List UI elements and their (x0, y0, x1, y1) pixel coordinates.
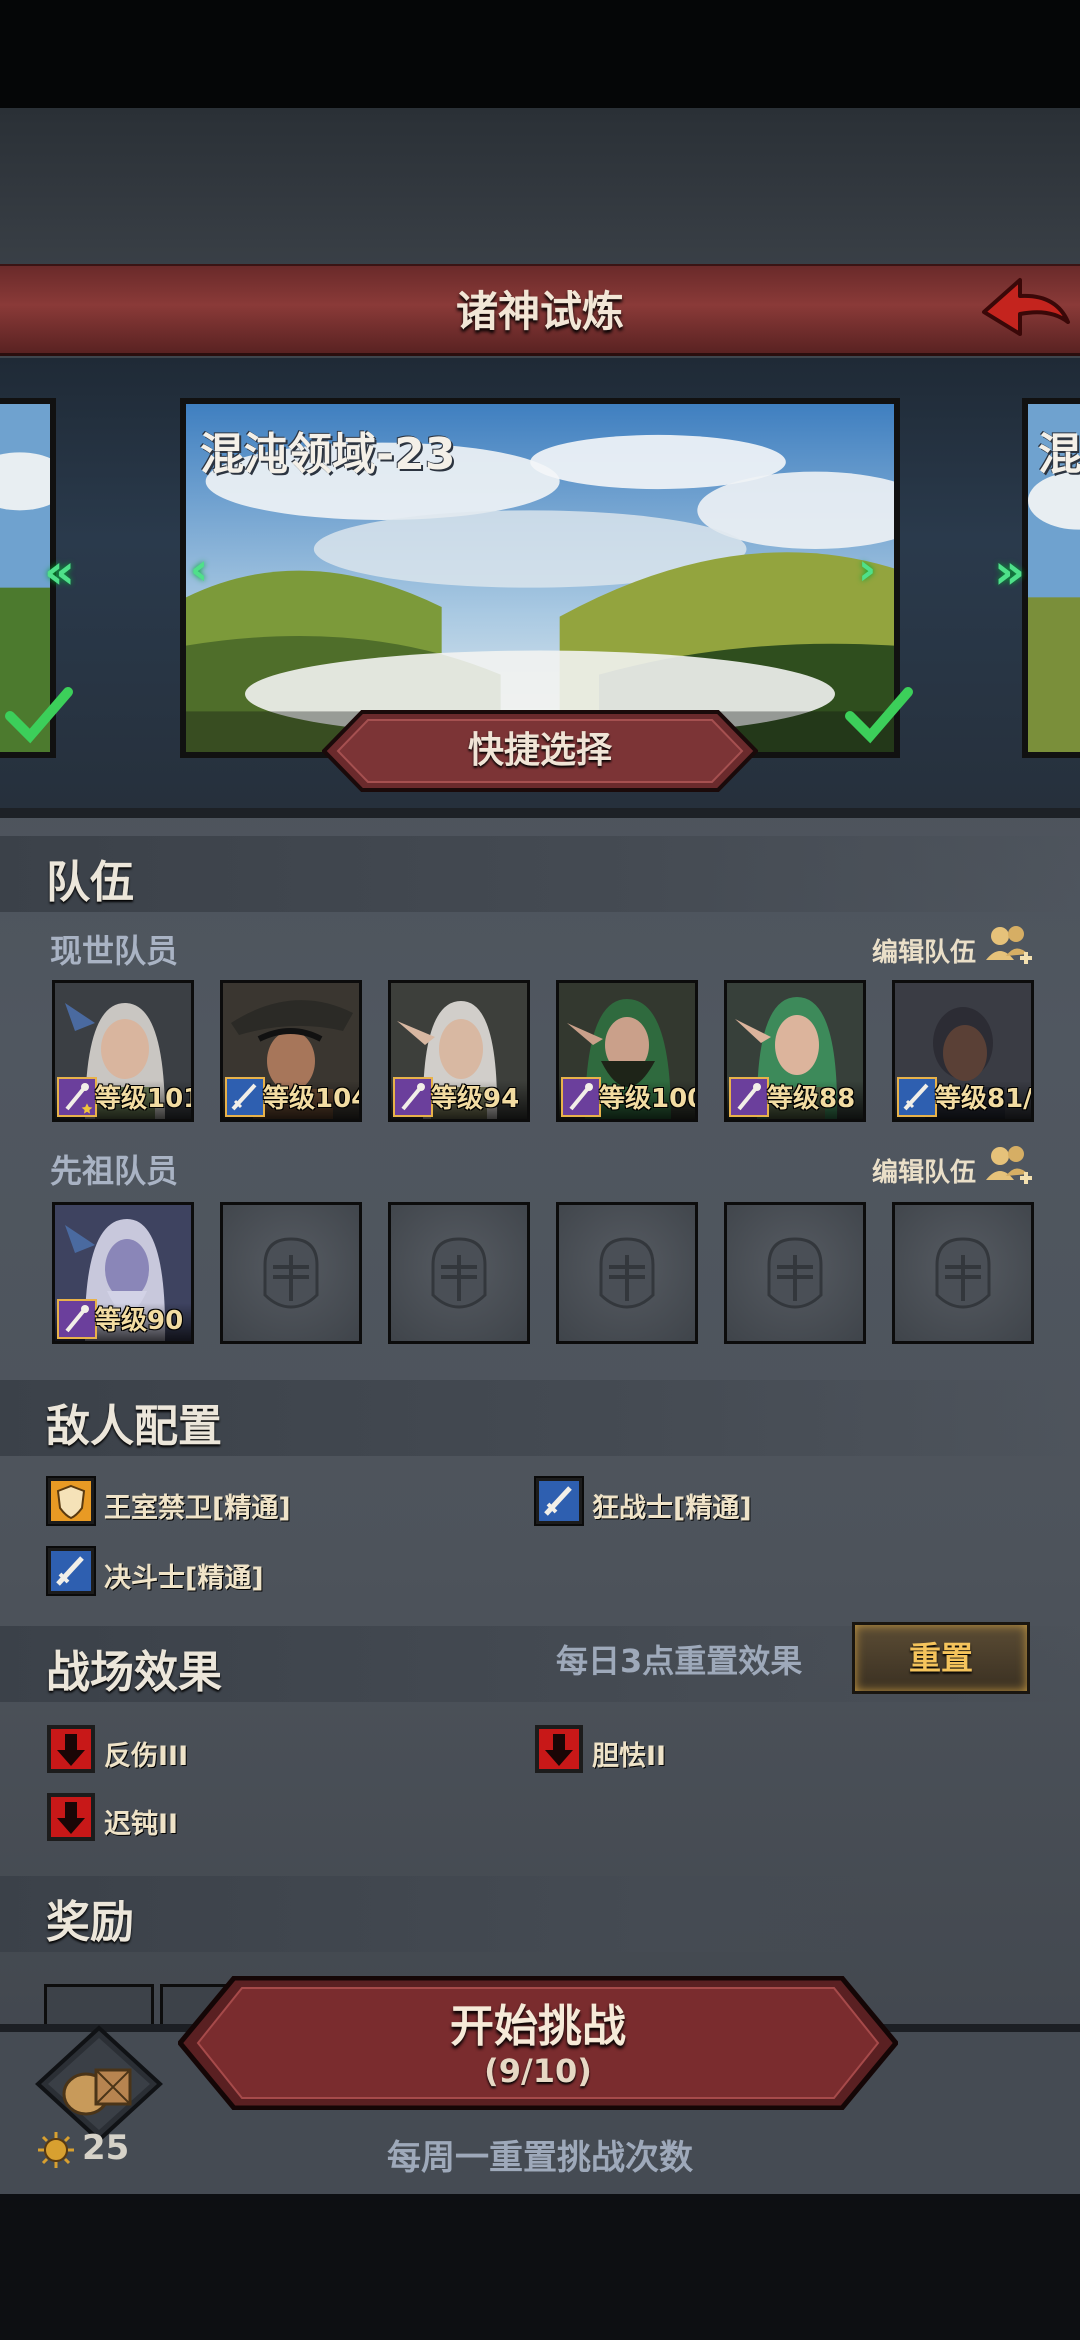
staff-class-icon (729, 1077, 769, 1117)
check-icon (5, 687, 73, 744)
hero-level: 等级101 (95, 1084, 194, 1114)
rewards-section-banner (0, 1876, 1080, 1952)
hero-card[interactable]: 等级94 (388, 980, 530, 1122)
helmet-placeholder-icon (935, 1237, 991, 1309)
debuff-arrow-icon (47, 1725, 95, 1773)
hero-level: 等级94 (431, 1084, 520, 1114)
enemy-label: 决斗士[精通] (104, 1563, 264, 1594)
right-arrow-icon[interactable]: › (858, 544, 876, 595)
staff-class-icon (57, 1077, 97, 1117)
edit-team-button-current[interactable]: 编辑队伍 (872, 932, 976, 969)
hero-level: 等级90 (95, 1306, 184, 1336)
empty-hero-slot[interactable] (220, 1202, 362, 1344)
hero-level: 等级104 (263, 1084, 362, 1114)
start-challenge-button[interactable]: 开始挑战 (178, 1990, 898, 2054)
next-stage-name: 混 (1038, 429, 1080, 480)
team-section-title: 队伍 (46, 857, 134, 908)
challenge-count: (9/10) (484, 2052, 592, 2090)
helmet-placeholder-icon (431, 1237, 487, 1309)
enemy-label: 狂战士[精通] (592, 1493, 752, 1524)
current-members-label: 现世队员 (50, 932, 179, 970)
title-banner: 诸神试炼 (0, 264, 1080, 356)
sword-class-icon (225, 1077, 265, 1117)
double-right-arrow-icon[interactable]: » (994, 544, 1025, 600)
helmet-placeholder-icon (263, 1237, 319, 1309)
edit-team-button-ancestor[interactable]: 编辑队伍 (872, 1152, 976, 1189)
stage-card-next[interactable]: 混 (1022, 398, 1080, 758)
effect-label: 反伤III (104, 1741, 189, 1772)
team-edit-icon[interactable] (982, 920, 1034, 972)
divider (0, 808, 1080, 818)
left-arrow-icon[interactable]: ‹ (190, 544, 208, 595)
sword-icon (46, 1546, 96, 1596)
team-section-banner (0, 836, 1080, 912)
hero-card[interactable]: 等级81/ (892, 980, 1034, 1122)
helmet-placeholder-icon (599, 1237, 655, 1309)
bag-icon[interactable] (34, 2024, 164, 2144)
hero-card[interactable]: 等级101 (52, 980, 194, 1122)
rewards-section-title: 奖励 (46, 1897, 134, 1948)
sword-class-icon (897, 1077, 937, 1117)
double-left-arrow-icon[interactable]: « (44, 544, 75, 600)
reset-note: 每日3点重置效果 (556, 1642, 803, 1680)
sword-icon (534, 1476, 584, 1526)
staff-class-icon (561, 1077, 601, 1117)
enemies-section-title: 敌人配置 (46, 1401, 222, 1452)
hero-level: 等级100 (599, 1084, 698, 1114)
helmet-placeholder-icon (767, 1237, 823, 1309)
bottom-black-area (0, 2193, 1080, 2340)
battlefield-section-title: 战场效果 (46, 1647, 222, 1698)
empty-hero-slot[interactable] (388, 1202, 530, 1344)
debuff-arrow-icon (535, 1725, 583, 1773)
empty-hero-slot[interactable] (724, 1202, 866, 1344)
stage-name: 混沌领域-23 (200, 429, 456, 480)
effect-label: 胆怯II (592, 1741, 667, 1772)
empty-hero-slot[interactable] (556, 1202, 698, 1344)
effect-label: 迟钝II (104, 1809, 179, 1840)
stage-card-current[interactable]: 混沌领域-23 (180, 398, 900, 758)
weekly-reset-note: 每周一重置挑战次数 (387, 2138, 693, 2178)
status-bar-area (0, 0, 1080, 108)
enemy-label: 王室禁卫[精通] (104, 1493, 291, 1524)
ancestor-members-label: 先祖队员 (50, 1152, 179, 1190)
hero-card[interactable]: 等级90 (52, 1202, 194, 1344)
quick-select-button[interactable]: 快捷选择 (322, 710, 758, 792)
hero-card[interactable]: 等级100 (556, 980, 698, 1122)
shield-icon (46, 1476, 96, 1526)
team-edit-icon[interactable] (982, 1140, 1034, 1192)
check-icon (845, 687, 913, 744)
hero-level: 等级88 (767, 1084, 856, 1114)
hero-card[interactable]: 等级104 (220, 980, 362, 1122)
staff-class-icon (57, 1299, 97, 1339)
back-arrow-icon[interactable] (976, 272, 1072, 348)
empty-hero-slot[interactable] (892, 1202, 1034, 1344)
debuff-arrow-icon (47, 1793, 95, 1841)
staff-class-icon (393, 1077, 433, 1117)
hero-level: 等级81/ (935, 1084, 1033, 1114)
page-title: 诸神试炼 (455, 287, 624, 336)
reset-button[interactable]: 重置 (852, 1622, 1030, 1694)
hero-card[interactable]: 等级88 (724, 980, 866, 1122)
